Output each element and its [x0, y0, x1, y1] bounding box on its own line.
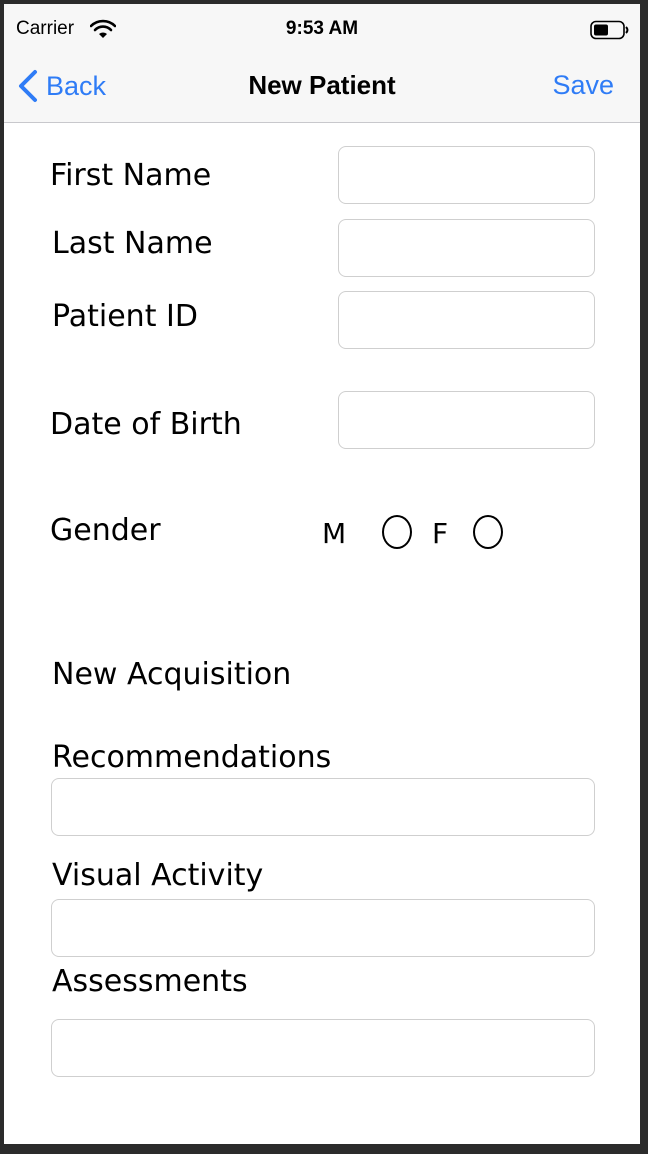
last-name-label: Last Name	[52, 226, 213, 261]
new-acquisition-label: New Acquisition	[52, 657, 292, 692]
gender-female-label: F	[432, 517, 449, 550]
last-name-field[interactable]	[338, 219, 595, 277]
battery-icon	[590, 20, 630, 40]
save-button[interactable]: Save	[552, 70, 614, 101]
top-chrome: Carrier 9:53 AM Back New Patient Save	[4, 4, 640, 123]
assessments-label: Assessments	[52, 964, 248, 999]
visual-activity-field[interactable]	[51, 899, 595, 957]
patient-id-label: Patient ID	[52, 299, 198, 334]
navigation-bar: Back New Patient Save	[4, 54, 640, 122]
date-of-birth-field[interactable]	[338, 391, 595, 449]
gender-female-radio[interactable]	[473, 515, 503, 549]
status-bar: Carrier 9:53 AM	[4, 4, 640, 54]
recommendations-field[interactable]	[51, 778, 595, 836]
gender-male-radio[interactable]	[382, 515, 412, 549]
new-patient-screen: Carrier 9:53 AM Back New Patient Save Fi…	[4, 4, 640, 1144]
page-title: New Patient	[248, 70, 396, 100]
status-time: 9:53 AM	[285, 18, 359, 39]
date-of-birth-label: Date of Birth	[50, 407, 242, 442]
visual-activity-label: Visual Activity	[52, 858, 264, 893]
recommendations-label: Recommendations	[52, 740, 332, 775]
first-name-field[interactable]	[338, 146, 595, 204]
gender-male-label: M	[322, 517, 347, 550]
gender-label: Gender	[50, 513, 161, 548]
first-name-label: First Name	[50, 158, 212, 193]
patient-id-field[interactable]	[338, 291, 595, 349]
assessments-field[interactable]	[51, 1019, 595, 1077]
